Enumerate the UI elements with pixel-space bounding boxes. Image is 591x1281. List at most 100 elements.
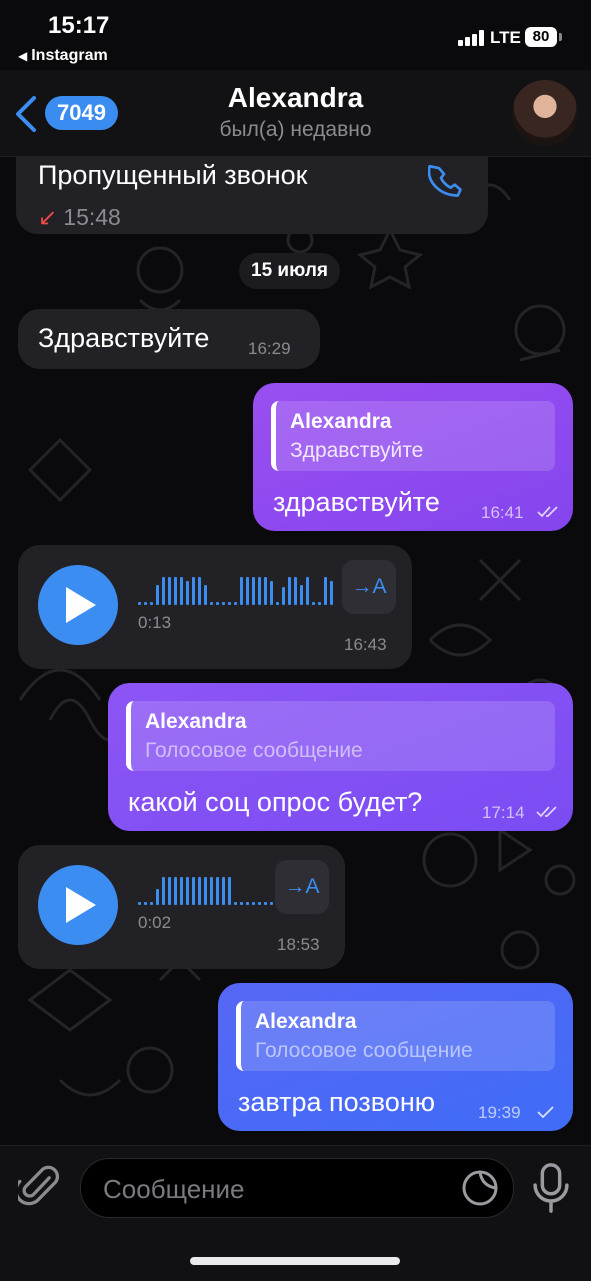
voice-message[interactable]: 0:13 →A 16:43 xyxy=(18,545,412,669)
play-button[interactable] xyxy=(38,865,118,945)
waveform-bar xyxy=(270,902,273,905)
waveform-bar xyxy=(222,877,225,905)
waveform-bar xyxy=(198,577,201,605)
clock: 15:17 xyxy=(48,12,110,39)
waveform-bar xyxy=(186,877,189,905)
waveform-bar xyxy=(318,602,321,605)
battery-tip xyxy=(559,33,562,41)
transcribe-button[interactable]: →A xyxy=(275,860,329,914)
back-app-label: Instagram xyxy=(31,47,108,64)
waveform-bar xyxy=(282,587,285,605)
outgoing-message[interactable]: Alexandra Голосовое сообщение завтра поз… xyxy=(218,983,573,1131)
waveform-bar xyxy=(204,585,207,605)
waveform-bar xyxy=(300,585,303,605)
double-check-icon xyxy=(537,506,558,518)
waveform[interactable] xyxy=(138,871,278,905)
avatar[interactable] xyxy=(512,80,578,146)
waveform-bar xyxy=(204,877,207,905)
waveform-bar xyxy=(234,902,237,905)
waveform-bar xyxy=(228,877,231,905)
signal-icon xyxy=(458,30,486,46)
reply-text: Голосовое сообщение xyxy=(145,739,363,762)
waveform-bar xyxy=(288,577,291,605)
message-time: 17:14 xyxy=(482,803,525,822)
waveform-bar xyxy=(234,602,237,605)
play-button[interactable] xyxy=(38,565,118,645)
chat-header: 7049 Alexandra был(а) недавно xyxy=(0,70,591,157)
waveform-bar xyxy=(210,602,213,605)
waveform-bar xyxy=(198,877,201,905)
waveform-bar xyxy=(150,902,153,905)
double-check-icon xyxy=(536,806,557,818)
composer: Сообщение xyxy=(0,1145,591,1281)
waveform-bar xyxy=(180,577,183,605)
missed-call-meta: ↙ 15:48 xyxy=(38,204,121,231)
waveform-bar xyxy=(252,577,255,605)
contact-status: был(а) недавно xyxy=(219,118,372,141)
reply-author: Alexandra xyxy=(290,410,392,433)
waveform-bar xyxy=(168,877,171,905)
waveform-bar xyxy=(150,602,153,605)
waveform-bar xyxy=(324,577,327,605)
message-text: какой соц опрос будет? xyxy=(128,787,423,817)
message-time: 18:53 xyxy=(277,935,320,954)
waveform-bar xyxy=(138,602,141,605)
message-list[interactable]: Пропущенный звонок ↙ 15:48 15 июля Здравс… xyxy=(0,156,591,1145)
message-text: завтра позвоню xyxy=(238,1087,435,1117)
waveform-bar xyxy=(306,577,309,605)
waveform-bar xyxy=(294,577,297,605)
waveform-bar xyxy=(270,581,273,605)
voice-duration: 0:02 xyxy=(138,913,172,932)
waveform-bar xyxy=(240,577,243,605)
message-time: 16:41 xyxy=(481,503,524,522)
waveform-bar xyxy=(276,602,279,605)
reply-preview[interactable]: Alexandra Здравствуйте xyxy=(271,401,555,471)
waveform-bar xyxy=(162,577,165,605)
message-time: 19:39 xyxy=(478,1103,521,1122)
message-time: 16:29 xyxy=(248,339,291,358)
missed-call-bubble[interactable]: Пропущенный звонок ↙ 15:48 xyxy=(16,156,488,234)
paperclip-icon[interactable] xyxy=(18,1163,62,1211)
message-input-placeholder: Сообщение xyxy=(103,1174,245,1204)
waveform-bar xyxy=(144,602,147,605)
incoming-message[interactable]: Здравствуйте 16:29 xyxy=(18,309,320,369)
waveform-bar xyxy=(330,581,333,605)
transcribe-button[interactable]: →A xyxy=(342,560,396,614)
back-to-app-link[interactable]: ◀ Instagram xyxy=(18,47,108,65)
reply-author: Alexandra xyxy=(145,710,247,733)
reply-preview[interactable]: Alexandra Голосовое сообщение xyxy=(236,1001,555,1071)
waveform-bar xyxy=(192,877,195,905)
missed-call-title: Пропущенный звонок xyxy=(38,160,308,190)
waveform-bar xyxy=(156,585,159,605)
waveform-bar xyxy=(264,577,267,605)
status-bar: 15:17 ◀ Instagram LTE 80 xyxy=(0,0,591,70)
contact-name[interactable]: Alexandra xyxy=(0,82,591,114)
message-input[interactable]: Сообщение xyxy=(80,1158,514,1218)
waveform-bar xyxy=(162,877,165,905)
battery-icon: 80 xyxy=(525,27,557,47)
reply-preview[interactable]: Alexandra Голосовое сообщение xyxy=(126,701,555,771)
message-text: здравствуйте xyxy=(273,487,440,517)
back-triangle-icon: ◀ xyxy=(18,49,28,63)
outgoing-message[interactable]: Alexandra Здравствуйте здравствуйте 16:4… xyxy=(253,383,573,531)
outgoing-message[interactable]: Alexandra Голосовое сообщение какой соц … xyxy=(108,683,573,831)
date-separator: 15 июля xyxy=(239,253,341,289)
waveform-bar xyxy=(180,877,183,905)
message-time: 16:43 xyxy=(344,635,387,654)
waveform-bar xyxy=(228,602,231,605)
sticker-icon[interactable] xyxy=(460,1168,500,1208)
waveform-bar xyxy=(240,902,243,905)
waveform-bar xyxy=(156,889,159,905)
phone-icon[interactable] xyxy=(428,164,468,204)
reply-author: Alexandra xyxy=(255,1010,357,1033)
waveform-bar xyxy=(258,902,261,905)
waveform-bar xyxy=(144,902,147,905)
voice-message[interactable]: 0:02 →A 18:53 xyxy=(18,845,345,969)
waveform-bar xyxy=(312,602,315,605)
waveform-bar xyxy=(210,877,213,905)
microphone-icon[interactable] xyxy=(530,1162,572,1214)
waveform-bar xyxy=(216,602,219,605)
waveform-bar xyxy=(174,577,177,605)
waveform[interactable] xyxy=(138,571,338,605)
waveform-bar xyxy=(138,902,141,905)
